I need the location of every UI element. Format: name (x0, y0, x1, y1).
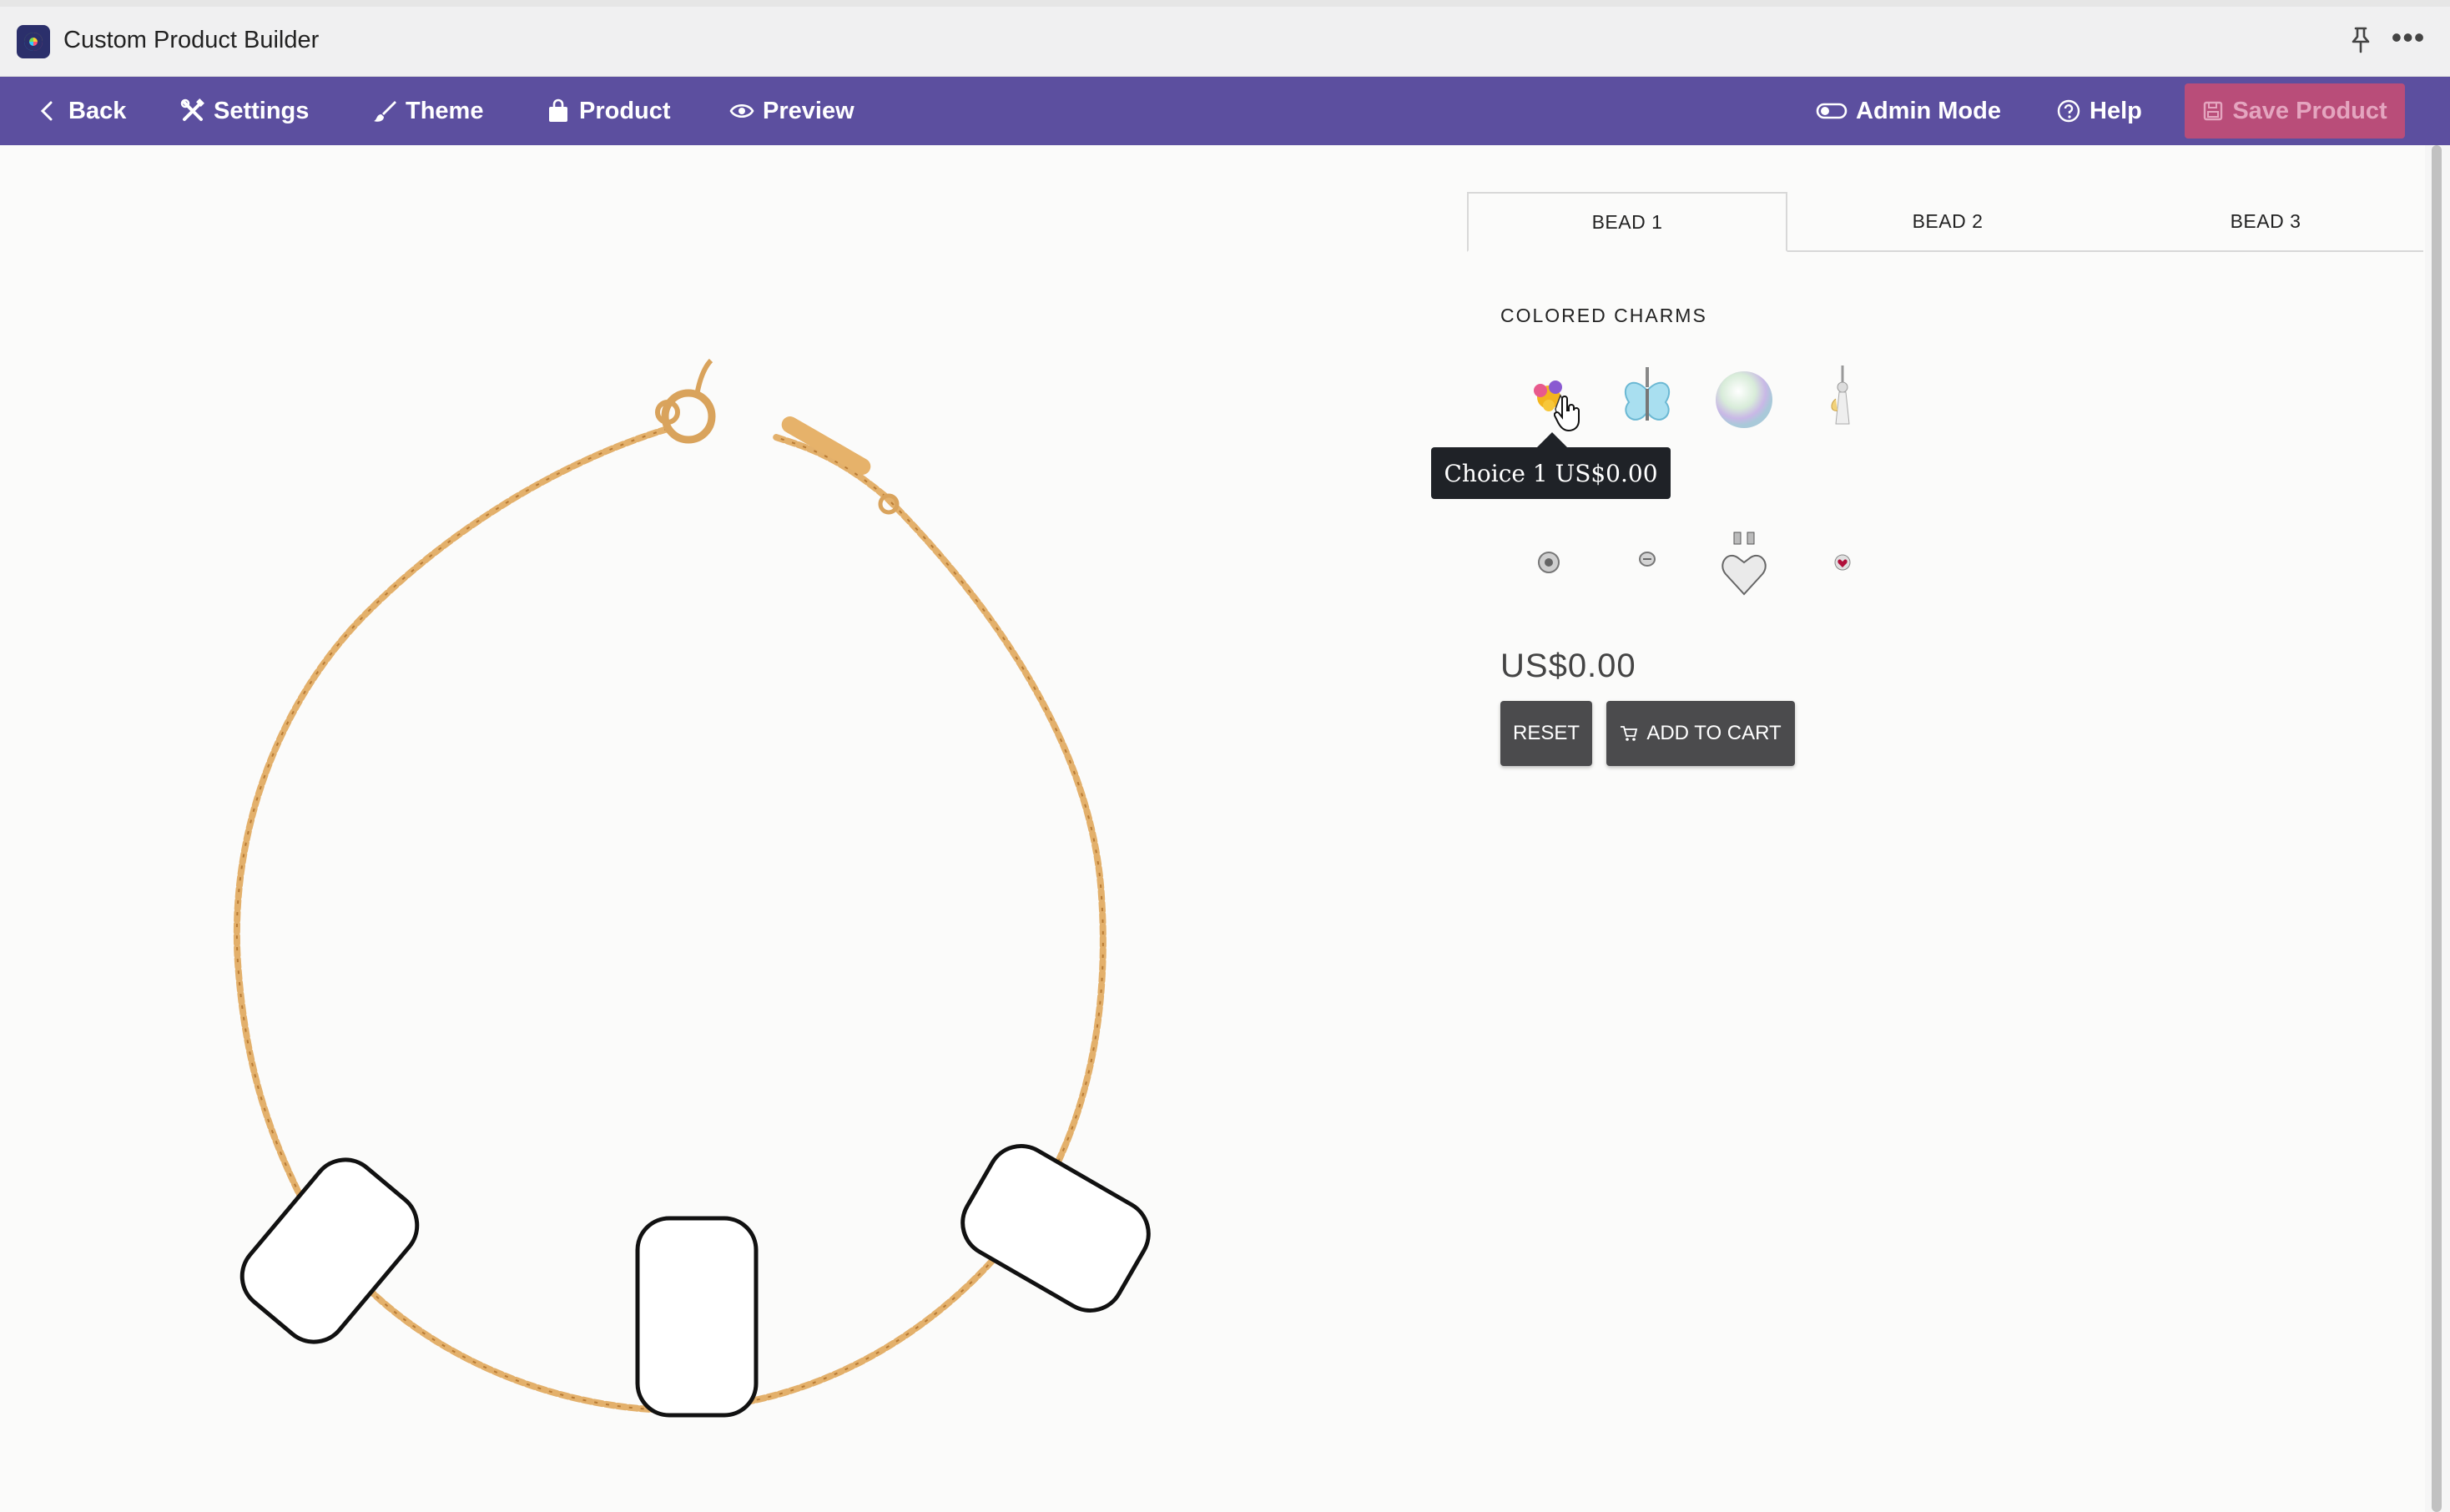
section-title: COLORED CHARMS (1500, 305, 1707, 326)
admin-mode-label: Admin Mode (1856, 97, 2001, 124)
toggle-icon (1816, 103, 1848, 119)
pearl-charm-icon[interactable] (1712, 362, 1776, 437)
chevron-left-icon (40, 101, 53, 121)
reset-button[interactable]: RESET (1500, 701, 1592, 766)
tools-icon (180, 98, 204, 121)
help-button[interactable]: Help (2056, 77, 2142, 145)
add-to-cart-button[interactable]: ADD TO CART (1606, 701, 1795, 766)
brush-icon (374, 101, 396, 122)
hand-cursor-icon (1554, 396, 1580, 432)
scrollbar-thumb[interactable] (2432, 145, 2442, 1512)
theme-button[interactable]: Theme (372, 77, 483, 145)
eye-icon (729, 103, 754, 118)
price-display: US$0.00 (1500, 648, 1636, 684)
shopping-bag-icon (549, 98, 567, 122)
reset-label: RESET (1512, 722, 1580, 744)
cart-icon (1621, 726, 1638, 741)
app-title: Custom Product Builder (63, 27, 320, 53)
app-logo-icon (17, 25, 50, 58)
add-to-cart-label: ADD TO CART (1646, 722, 1782, 744)
product-canvas (0, 145, 1435, 1512)
small-bead-icon[interactable] (1616, 524, 1679, 599)
help-circle-icon (2057, 99, 2080, 123)
pin-icon[interactable] (2348, 25, 2373, 55)
tab-bead-2[interactable]: BEAD 2 (1787, 192, 2108, 250)
product-button[interactable]: Product (546, 77, 671, 145)
back-label: Back (68, 97, 127, 124)
preview-label: Preview (763, 97, 854, 124)
angel-charm-icon[interactable] (1811, 362, 1874, 437)
product-label: Product (579, 97, 671, 124)
bead-slot-3[interactable] (950, 1134, 1161, 1323)
app-title-bar: Custom Product Builder ••• (0, 0, 2450, 77)
save-product-button[interactable]: Save Product (2185, 83, 2405, 139)
settings-label: Settings (214, 97, 310, 124)
tab-bead-1[interactable]: BEAD 1 (1467, 192, 1787, 252)
admin-mode-toggle[interactable]: Admin Mode (1816, 77, 2001, 145)
round-bead-icon[interactable] (1517, 524, 1580, 599)
theme-label: Theme (406, 97, 484, 124)
bracelet-preview (229, 358, 1161, 1418)
page-scrollbar[interactable] (2425, 145, 2450, 1512)
ruby-heart-charm-icon[interactable] (1811, 524, 1874, 599)
more-icon[interactable]: ••• (2388, 23, 2428, 55)
settings-button[interactable]: Settings (180, 77, 309, 145)
tab-bead-3[interactable]: BEAD 3 (2108, 192, 2423, 250)
save-icon (2204, 101, 2223, 121)
butterfly-charm-icon[interactable] (1616, 362, 1679, 437)
help-label: Help (2090, 97, 2142, 124)
save-product-label: Save Product (2232, 97, 2387, 124)
heart-dangle-charm-icon[interactable] (1712, 524, 1776, 599)
back-button[interactable]: Back (35, 77, 126, 145)
preview-button[interactable]: Preview (729, 77, 854, 145)
bead-tabs: BEAD 1 BEAD 2 BEAD 3 (1467, 192, 2423, 252)
bead-slot-1[interactable] (229, 1147, 431, 1356)
charm-tooltip: Choice 1 US$0.00 (1431, 432, 1671, 499)
builder-toolbar: Back Settings Theme Product Preview Admi… (0, 77, 2450, 145)
bead-slot-2[interactable] (635, 1216, 759, 1418)
